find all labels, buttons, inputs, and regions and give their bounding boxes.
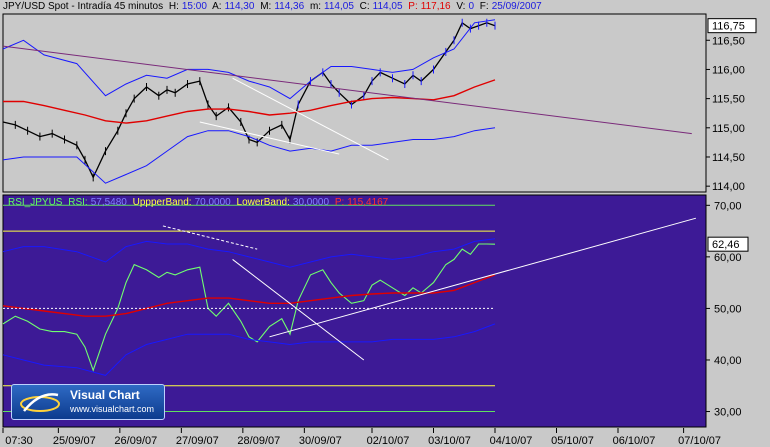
- y-tick-label: 70,00: [714, 200, 742, 212]
- y-tick-label: 116,50: [712, 35, 745, 47]
- date-value: 25/09/2007: [491, 1, 542, 12]
- x-tick-label: 02/10/07: [367, 435, 410, 447]
- price-header: JPY/USD Spot - Intradía 45 minutos H: 15:…: [3, 1, 542, 12]
- x-tick-label: 05/10/07: [551, 435, 594, 447]
- chart-canvas: 116,50 116,00 115,50 115,00 114,50 114,00 116,…: [0, 0, 770, 447]
- y-tick-label: 115,00: [712, 123, 745, 135]
- lower-band-value: 30,0000: [292, 197, 330, 208]
- x-tick-label: 07/10/07: [678, 435, 721, 447]
- x-tick-label: 06/10/07: [613, 435, 656, 447]
- rsi-p-value: 115,4167: [347, 197, 389, 208]
- logo-url: www.visualchart.com: [70, 404, 155, 414]
- x-tick-label: 07:30: [5, 435, 33, 447]
- y-tick-label: 50,00: [714, 303, 742, 315]
- visual-chart-logo: Visual Chart www.visualchart.com: [11, 384, 165, 420]
- y-tick-label: 116,00: [712, 64, 745, 76]
- hour-value: 15:00: [181, 1, 207, 12]
- y-tick-label: 114,00: [712, 181, 745, 193]
- close-value: 114,05: [372, 1, 403, 12]
- last-value-label: 116,75: [712, 21, 745, 33]
- volume-value: 0: [468, 1, 475, 12]
- price-panel[interactable]: 116,50 116,00 115,50 115,00 114,50 114,00 116,…: [2, 13, 757, 193]
- y-tick-label: 60,00: [714, 252, 742, 264]
- high-value: 114,36: [274, 1, 305, 12]
- x-tick-label: 25/09/07: [53, 435, 96, 447]
- upper-band-value: 70,0000: [194, 197, 231, 208]
- low-value: 114,05: [324, 1, 354, 12]
- rsi-name: RSI_JPYUS: [8, 197, 63, 208]
- x-tick-label: 04/10/07: [490, 435, 533, 447]
- y-tick-label: 115,50: [712, 94, 745, 106]
- symbol-title: JPY/USD Spot - Intradía 45 minutos: [3, 1, 164, 12]
- visual-chart-logo-icon: [20, 393, 60, 412]
- p-value: 117,16: [420, 1, 451, 12]
- rsi-last-value-label: 62,46: [712, 239, 740, 251]
- axes: 07:30 25/09/07 26/09/07 27/09/07 28/09/07 30/…: [0, 428, 770, 447]
- x-tick-label: 27/09/07: [176, 435, 219, 447]
- rsi-header: RSI_JPYUS RSI: 57,5480 UppperBand: 70,0000…: [8, 197, 389, 208]
- open-value: 114,30: [224, 1, 255, 12]
- x-tick-label: 26/09/07: [114, 435, 157, 447]
- x-tick-label: 28/09/07: [237, 435, 280, 447]
- rsi-value: 57,5480: [90, 197, 127, 208]
- logo-title: Visual Chart: [70, 388, 140, 402]
- x-tick-label: 30/09/07: [299, 435, 342, 447]
- x-tick-label: 03/10/07: [428, 435, 471, 447]
- y-tick-label: 40,00: [714, 355, 742, 367]
- y-tick-label: 114,50: [712, 152, 745, 164]
- y-tick-label: 30,00: [714, 407, 742, 419]
